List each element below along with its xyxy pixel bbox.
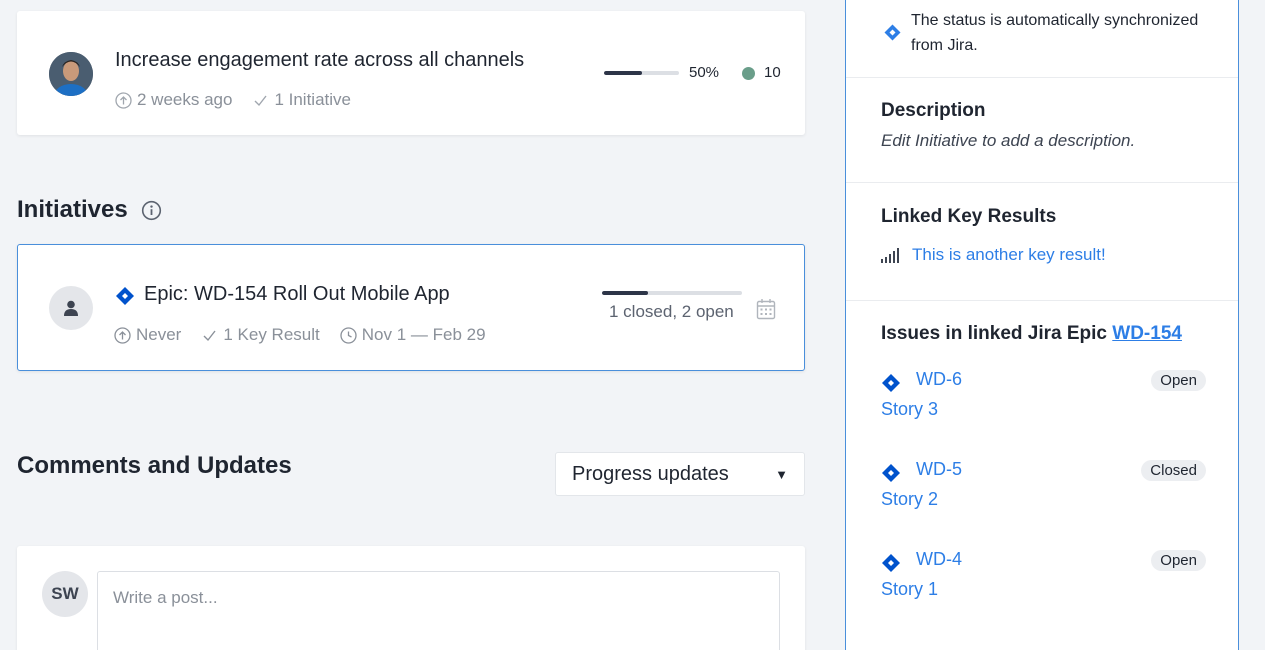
check-icon bbox=[203, 330, 216, 341]
initiative-owner-avatar bbox=[49, 286, 93, 330]
initiative-progress-fill bbox=[602, 291, 649, 295]
description-heading: Description bbox=[881, 100, 986, 121]
user-avatar: SW bbox=[42, 571, 88, 617]
initiative-side-panel: The status is automatically synchronized… bbox=[845, 0, 1239, 650]
initiative-kr-count: 1 Key Result bbox=[201, 325, 320, 345]
goal-initiatives-label: 1 Initiative bbox=[274, 90, 351, 109]
issue-status-badge: Open bbox=[1151, 370, 1206, 391]
issue-summary-link[interactable]: Story 3 bbox=[881, 399, 938, 420]
initiative-updated-label: Never bbox=[136, 325, 182, 344]
jira-epic-icon bbox=[116, 287, 134, 305]
goal-progress-percent: 50% bbox=[689, 64, 720, 81]
initiative-dates-label: Nov 1 — Feb 29 bbox=[361, 325, 486, 344]
issue-key-link[interactable]: WD-6 bbox=[916, 369, 962, 390]
goal-meta: 2 weeks ago 1 Initiative bbox=[115, 90, 371, 110]
description-placeholder: Edit Initiative to add a description. bbox=[881, 131, 1136, 150]
clock-icon bbox=[340, 326, 357, 344]
goal-title[interactable]: Increase engagement rate across all chan… bbox=[115, 49, 524, 72]
updates-filter-selected: Progress updates bbox=[572, 462, 729, 485]
jira-issue-item: WD-4 Story 1 Open bbox=[881, 549, 1206, 609]
updates-filter-dropdown[interactable]: Progress updates ▼ bbox=[555, 452, 805, 496]
initiative-title[interactable]: Epic: WD-154 Roll Out Mobile App bbox=[144, 283, 450, 306]
issue-status-badge: Closed bbox=[1141, 460, 1206, 481]
jira-issue-icon bbox=[882, 374, 900, 392]
sync-notice: The status is automatically synchronized… bbox=[911, 12, 1199, 54]
arrow-up-circle-icon bbox=[115, 91, 132, 109]
epic-key-link[interactable]: WD-154 bbox=[1112, 323, 1182, 344]
initiative-meta: Never 1 Key Result Nov 1 — Feb 29 bbox=[114, 325, 506, 345]
issue-summary-link[interactable]: Story 2 bbox=[881, 489, 938, 510]
check-icon bbox=[254, 95, 268, 106]
initiative-kr-label: 1 Key Result bbox=[223, 325, 320, 344]
issue-summary-link[interactable]: Story 1 bbox=[881, 579, 938, 600]
initiative-status: 1 closed, 2 open bbox=[609, 302, 734, 321]
person-icon bbox=[64, 300, 78, 316]
owner-avatar bbox=[49, 52, 93, 96]
calendar-icon[interactable] bbox=[756, 298, 776, 320]
initiatives-heading: Initiatives bbox=[17, 196, 128, 223]
jira-issues-heading: Issues in linked Jira Epic WD-154 bbox=[881, 323, 1182, 345]
sync-notice-section: The status is automatically synchronized… bbox=[846, 0, 1238, 78]
goal-progress-bar bbox=[604, 71, 679, 75]
issue-key-link[interactable]: WD-5 bbox=[916, 459, 962, 480]
jira-issue-icon bbox=[882, 464, 900, 482]
initiative-card[interactable]: Epic: WD-154 Roll Out Mobile App Never 1… bbox=[17, 244, 805, 371]
initiative-updated: Never bbox=[114, 325, 181, 345]
score-dot-icon bbox=[742, 67, 755, 80]
jira-issues-heading-label: Issues in linked Jira Epic bbox=[881, 323, 1107, 344]
goal-updated: 2 weeks ago bbox=[115, 90, 232, 110]
linked-key-results-heading: Linked Key Results bbox=[881, 206, 1057, 227]
issue-status-badge: Open bbox=[1151, 550, 1206, 571]
jira-issue-icon bbox=[882, 554, 900, 572]
post-composer: SW bbox=[17, 546, 805, 650]
jira-icon bbox=[884, 24, 901, 41]
goal-progress-fill bbox=[604, 71, 642, 75]
post-input[interactable] bbox=[97, 571, 780, 650]
goal-score: 10 bbox=[764, 64, 781, 81]
jira-issues-section: Issues in linked Jira Epic WD-154 WD-6 S… bbox=[846, 301, 1238, 650]
linked-key-results-section: Linked Key Results This is another key r… bbox=[846, 183, 1238, 301]
goal-card[interactable]: Increase engagement rate across all chan… bbox=[17, 11, 805, 135]
info-icon[interactable] bbox=[141, 200, 162, 221]
goal-initiatives-count: 1 Initiative bbox=[252, 90, 351, 110]
linked-key-result-link[interactable]: This is another key result! bbox=[912, 245, 1106, 265]
issue-key-link[interactable]: WD-4 bbox=[916, 549, 962, 570]
initiative-progress-bar bbox=[602, 291, 742, 295]
goal-updated-label: 2 weeks ago bbox=[137, 90, 233, 109]
comments-heading: Comments and Updates bbox=[17, 452, 292, 479]
signal-bars-icon bbox=[881, 248, 899, 263]
caret-down-icon: ▼ bbox=[775, 466, 788, 482]
arrow-up-circle-icon bbox=[114, 326, 131, 344]
jira-issue-item: WD-6 Story 3 Open bbox=[881, 369, 1206, 429]
initiative-dates: Nov 1 — Feb 29 bbox=[340, 325, 486, 345]
jira-issue-item: WD-5 Story 2 Closed bbox=[881, 459, 1206, 519]
description-section: Description Edit Initiative to add a des… bbox=[846, 78, 1238, 183]
